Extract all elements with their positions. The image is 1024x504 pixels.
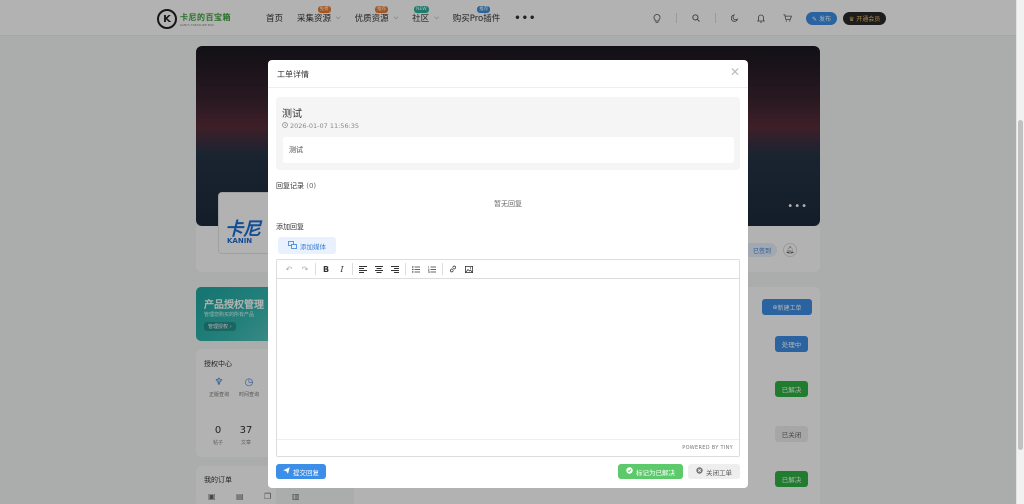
reply-history-text: 回复记录 <box>276 182 304 190</box>
ticket-time-text: 2026-01-07 11:56:35 <box>290 122 360 130</box>
close-circle-icon <box>696 467 703 476</box>
add-media-button[interactable]: 添加媒体 <box>278 237 336 254</box>
align-right-icon[interactable] <box>387 261 403 277</box>
submit-reply-label: 提交回复 <box>293 468 319 477</box>
editor-toolbar: ↶ ↷ B I <box>277 260 739 279</box>
scrollbar-thumb[interactable] <box>1018 120 1023 450</box>
mark-solved-button[interactable]: 标记为已解决 <box>618 464 683 479</box>
rich-text-editor: ↶ ↷ B I POWERED BY TINY <box>276 259 740 457</box>
media-icon <box>288 240 297 251</box>
toolbar-divider <box>405 263 406 275</box>
ticket-content: 测试 <box>283 137 734 163</box>
submit-reply-button[interactable]: 提交回复 <box>276 464 326 479</box>
image-icon[interactable] <box>461 261 477 277</box>
close-ticket-label: 关闭工单 <box>706 468 732 477</box>
editor-statusbar: POWERED BY TINY <box>277 439 739 456</box>
reply-history-label: 回复记录 (0) <box>276 181 316 191</box>
bullet-list-icon[interactable] <box>408 261 424 277</box>
numbered-list-icon[interactable] <box>424 261 440 277</box>
toolbar-divider <box>442 263 443 275</box>
modal-title: 工单详情 <box>277 70 309 79</box>
toolbar-divider <box>315 263 316 275</box>
toolbar-divider <box>352 263 353 275</box>
close-icon[interactable]: ✕ <box>730 65 740 79</box>
editor-content-area[interactable] <box>277 279 739 439</box>
ticket-detail-modal: 工单详情 ✕ 测试 2026-01-07 11:56:35 测试 回复记录 (0… <box>268 60 748 488</box>
add-reply-label: 添加回复 <box>276 223 304 231</box>
mark-solved-label: 标记为已解决 <box>636 468 675 477</box>
close-ticket-button[interactable]: 关闭工单 <box>688 464 740 479</box>
powered-by-tiny-link[interactable]: POWERED BY TINY <box>682 445 733 451</box>
ticket-summary: 测试 2026-01-07 11:56:35 测试 <box>276 97 740 170</box>
undo-icon[interactable]: ↶ <box>281 261 297 277</box>
clock-icon <box>282 122 288 130</box>
ticket-timestamp: 2026-01-07 11:56:35 <box>282 122 359 130</box>
page-scrollbar[interactable] <box>1016 0 1024 504</box>
send-icon <box>283 467 290 476</box>
check-circle-icon <box>626 467 633 476</box>
add-media-label: 添加媒体 <box>300 242 326 251</box>
align-center-icon[interactable] <box>371 261 387 277</box>
italic-icon[interactable]: I <box>334 261 350 277</box>
ticket-title: 测试 <box>282 109 302 120</box>
reply-count: (0) <box>306 182 317 190</box>
ticket-content-text: 测试 <box>289 146 303 154</box>
no-reply-message: 暂无回复 <box>494 200 522 208</box>
redo-icon[interactable]: ↷ <box>297 261 313 277</box>
link-icon[interactable] <box>445 261 461 277</box>
align-left-icon[interactable] <box>355 261 371 277</box>
bold-icon[interactable]: B <box>318 261 334 277</box>
modal-header: 工单详情 ✕ <box>268 60 748 88</box>
